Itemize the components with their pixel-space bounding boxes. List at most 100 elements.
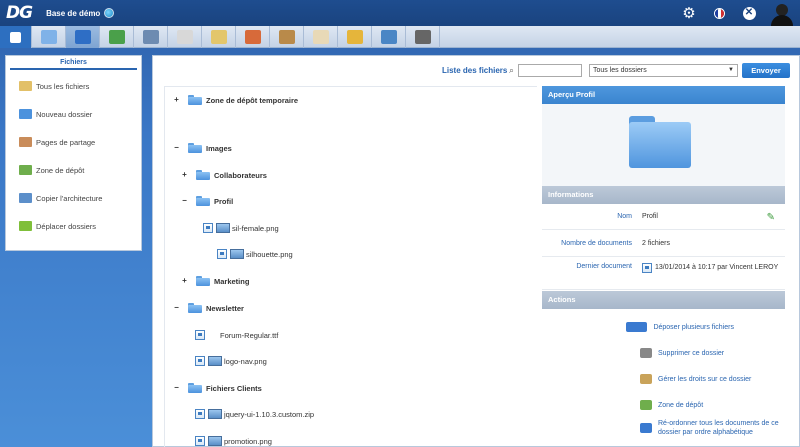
mail-button[interactable] [168, 26, 202, 48]
submit-button[interactable]: Envoyer [742, 63, 790, 78]
dashboard-button[interactable] [0, 26, 32, 48]
refresh-icon[interactable] [104, 8, 115, 18]
group-button[interactable] [134, 26, 168, 48]
pencil-icon[interactable]: ✎ [767, 212, 775, 223]
package-icon [278, 30, 295, 44]
spreadsheet-button[interactable] [100, 26, 134, 48]
settings-button[interactable]: ⚙ [674, 0, 704, 26]
file-icon [642, 263, 652, 273]
coins-icon [346, 30, 363, 44]
tree-folder[interactable]: − Newsletter [173, 301, 244, 315]
tree-folder[interactable]: − Profil [181, 194, 233, 208]
tools-icon [414, 30, 431, 44]
collapse-icon[interactable]: − [173, 144, 180, 152]
users-icon [40, 30, 57, 44]
sidebar-item-label: Nouveau dossier [36, 109, 93, 119]
new-folder-icon [19, 109, 32, 119]
top-bar: DG Base de démo ⚙ ✕ [0, 0, 800, 26]
database-name: Base de démo [46, 8, 101, 18]
coins-button[interactable] [338, 26, 372, 48]
action-item[interactable]: Ré-ordonner tous les documents de ce dos… [542, 417, 785, 439]
sidebar-item-label: Déplacer dossiers [36, 221, 97, 231]
main-content: Liste des fichiers ⌕ Tous les dossiers ▼… [152, 55, 800, 447]
expand-icon[interactable]: + [181, 171, 188, 179]
tree-folder[interactable]: − Fichiers Clients [173, 381, 262, 395]
file-icon [195, 409, 205, 419]
sidebar-title: Fichiers [10, 56, 137, 70]
top-right-tools: ⚙ ✕ [674, 0, 800, 26]
tree-folder[interactable]: − Images [173, 141, 232, 155]
logout-button[interactable]: ✕ [734, 0, 764, 26]
file-icon [195, 330, 205, 340]
document-icon [312, 30, 329, 44]
collapse-icon[interactable]: − [173, 384, 180, 392]
tree-node-label: promotion.png [224, 436, 272, 446]
expand-icon[interactable]: + [181, 277, 188, 285]
user-avatar[interactable] [764, 0, 800, 26]
tree-node-label: Marketing [214, 276, 250, 286]
action-item[interactable]: Zone de dépôt [542, 394, 785, 416]
sort-az-icon [640, 423, 652, 433]
action-item[interactable]: Gérer les droits sur ce dossier [542, 368, 785, 390]
sidebar-item[interactable]: Tous les fichiers [6, 76, 141, 96]
tree-node-label: Profil [214, 196, 234, 206]
info-row: Nombre de documents 2 fichiers [542, 231, 785, 257]
save-icon [74, 30, 91, 44]
document-button[interactable] [304, 26, 338, 48]
home-button[interactable] [236, 26, 270, 48]
tools-button[interactable] [406, 26, 440, 48]
trash-icon [640, 348, 652, 358]
info-value: 13/01/2014 à 10:17 par Vincent LEROY [655, 264, 779, 271]
info-key: Dernier document [576, 263, 632, 270]
preview-panel: Aperçu Profil Informations Nom Profil Nomb… [542, 86, 785, 447]
actions-title: Actions [542, 291, 785, 309]
file-icon [203, 223, 213, 233]
tree-file[interactable]: jquery-ui-1.10.3.custom.zip [195, 407, 314, 421]
tree-folder[interactable]: + Collaborateurs [181, 168, 267, 182]
action-label: Gérer les droits sur ce dossier [658, 375, 752, 383]
sidebar-item[interactable]: Zone de dépôt [6, 160, 141, 180]
action-item[interactable]: Déposer plusieurs fichiers [542, 316, 785, 338]
search-input[interactable] [518, 64, 582, 77]
file-list-label: Liste des fichiers [442, 66, 508, 75]
mail-icon [176, 30, 193, 44]
preview-thumbnail [542, 104, 785, 186]
globe-icon [380, 30, 397, 44]
tree-node-label: Images [206, 143, 232, 153]
folder-icon [188, 143, 202, 153]
sidebar-item[interactable]: Pages de partage [6, 132, 141, 152]
tree-file[interactable]: sil-female.png [203, 221, 279, 235]
folder-icon [196, 196, 210, 206]
expand-icon[interactable]: + [173, 96, 180, 104]
tree-file[interactable]: promotion.png [195, 434, 272, 447]
tree-file[interactable]: Forum-Regular.ttf [195, 328, 278, 342]
tree-node-label: Fichiers Clients [206, 383, 262, 393]
package-button[interactable] [270, 26, 304, 48]
tree-node-label: Newsletter [206, 303, 244, 313]
users-button[interactable] [32, 26, 66, 48]
image-thumbnail-icon [208, 436, 222, 446]
folder-icon [188, 95, 202, 105]
folder-scope-select[interactable]: Tous les dossiers ▼ [589, 64, 738, 77]
tree-node-label: logo-nav.png [224, 356, 267, 366]
collapse-icon[interactable]: − [181, 197, 188, 205]
sidebar-item[interactable]: Copier l'architecture [6, 188, 141, 208]
files-sidebar: Fichiers Tous les fichiers Nouveau dossie… [5, 55, 142, 251]
file-icon [195, 356, 205, 366]
tree-file[interactable]: silhouette.png [217, 247, 293, 261]
collapse-icon[interactable]: − [173, 304, 180, 312]
info-value: Profil [642, 213, 658, 220]
save-button[interactable] [66, 26, 100, 48]
language-button[interactable] [704, 0, 734, 26]
globe-button[interactable] [372, 26, 406, 48]
tree-file[interactable]: logo-nav.png [195, 354, 267, 368]
app-logo[interactable]: DG [6, 0, 33, 26]
move-arrow-icon [19, 221, 32, 231]
sidebar-item[interactable]: Déplacer dossiers [6, 216, 141, 236]
tree-folder[interactable]: + Zone de dépôt temporaire [173, 93, 298, 107]
action-item[interactable]: Supprimer ce dossier [542, 342, 785, 364]
sidebar-item[interactable]: Nouveau dossier [6, 104, 141, 124]
edit-button[interactable] [202, 26, 236, 48]
tree-folder[interactable]: + Marketing [181, 274, 249, 288]
copy-architecture-icon [19, 193, 32, 203]
